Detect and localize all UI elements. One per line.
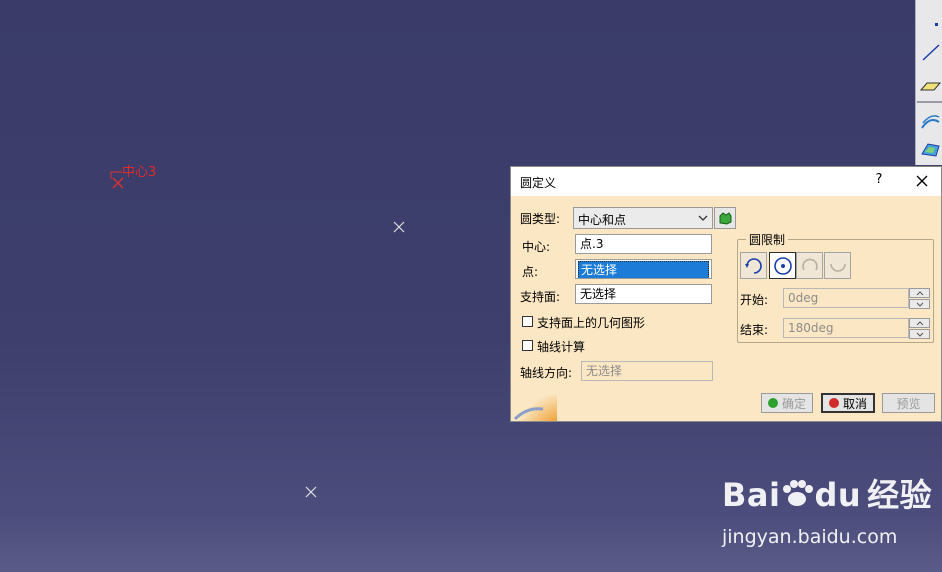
complementary-circle-button[interactable] <box>824 252 851 279</box>
axis-compute-checkbox[interactable] <box>522 340 533 351</box>
circle-limits-title: 圆限制 <box>746 231 789 248</box>
part-arc-button[interactable] <box>740 252 767 279</box>
geometry-on-support-label: 支持面上的几何图形 <box>537 316 646 330</box>
circle-type-label: 圆类型: <box>520 212 561 226</box>
sweep-surface-icon[interactable] <box>918 110 942 134</box>
spin-down-icon[interactable] <box>909 299 930 309</box>
point-label: 点: <box>522 265 539 279</box>
spin-up-icon[interactable] <box>909 288 930 298</box>
end-spinner[interactable] <box>909 318 930 339</box>
circle-type-value: 中心和点 <box>578 213 627 227</box>
center-field[interactable]: 点.3 <box>575 234 712 254</box>
geometry-on-support-checkbox[interactable] <box>522 316 533 327</box>
catia-logo <box>511 389 557 421</box>
point-field[interactable]: 无选择 <box>575 259 712 279</box>
watermark-brand: Bai du 经验 <box>722 476 933 514</box>
spin-down-icon[interactable] <box>909 329 930 339</box>
hand-select-button[interactable] <box>714 207 736 229</box>
circle-definition-dialog: 圆定义 ? 圆类型: 中心和点 中心: 点.3 点: 无选择 支持面: 无选择 … <box>510 166 942 422</box>
end-label: 结束: <box>740 323 769 337</box>
wireframe-toolbar <box>915 0 942 165</box>
whole-circle-button[interactable] <box>769 252 796 279</box>
ok-label: 确定 <box>781 396 806 411</box>
complementary-circle-icon <box>829 263 846 272</box>
point-mark[interactable] <box>305 486 317 498</box>
preview-button[interactable]: 预览 <box>882 393 935 413</box>
support-field[interactable]: 无选择 <box>575 284 712 304</box>
start-field[interactable]: 0deg <box>783 288 909 308</box>
preview-label: 预览 <box>896 396 921 411</box>
axis-direction-field[interactable]: 无选择 <box>581 361 713 381</box>
cancel-icon <box>828 398 839 408</box>
ok-icon <box>767 398 778 408</box>
spin-up-icon[interactable] <box>909 318 930 328</box>
start-label: 开始: <box>740 293 769 307</box>
line-icon[interactable] <box>918 40 942 64</box>
label-leader-line <box>110 171 122 179</box>
axis-compute-label: 轴线计算 <box>537 340 586 354</box>
point-mark[interactable] <box>393 221 405 233</box>
start-spinner[interactable] <box>909 288 930 309</box>
cancel-button[interactable]: 取消 <box>821 393 875 413</box>
end-field[interactable]: 180deg <box>783 318 909 338</box>
plane-icon[interactable] <box>918 74 942 98</box>
whole-circle-icon <box>773 256 792 275</box>
axis-direction-label: 轴线方向: <box>520 366 573 380</box>
hand-icon <box>719 212 732 225</box>
trimmed-circle-button[interactable] <box>796 252 823 279</box>
dialog-title: 圆定义 <box>520 176 557 190</box>
dialog-titlebar[interactable]: 圆定义 ? <box>511 167 941 196</box>
center-label: 中心: <box>522 240 551 254</box>
part-arc-icon <box>744 257 762 274</box>
circle-limits-group: 圆限制 开始: 0deg 结束: 180deg <box>737 231 934 343</box>
support-label: 支持面: <box>520 290 561 304</box>
point-field-value: 无选择 <box>578 261 709 278</box>
help-button[interactable]: ? <box>871 172 887 190</box>
chevron-down-icon <box>698 215 708 221</box>
circle-type-select[interactable]: 中心和点 <box>573 207 713 229</box>
multi-section-surface-icon[interactable] <box>918 138 942 162</box>
close-button[interactable] <box>911 170 933 192</box>
close-icon <box>916 175 928 187</box>
cancel-label: 取消 <box>842 396 867 411</box>
paw-icon <box>783 480 814 506</box>
center-point-label: 中心3 <box>122 165 157 180</box>
watermark-url: jingyan.baidu.com <box>722 526 898 548</box>
point-icon[interactable] <box>918 10 942 34</box>
baidu-jingyan-watermark: Bai du 经验 jingyan.baidu.com <box>722 470 933 548</box>
ok-button[interactable]: 确定 <box>761 393 813 413</box>
trimmed-circle-icon <box>801 258 818 270</box>
